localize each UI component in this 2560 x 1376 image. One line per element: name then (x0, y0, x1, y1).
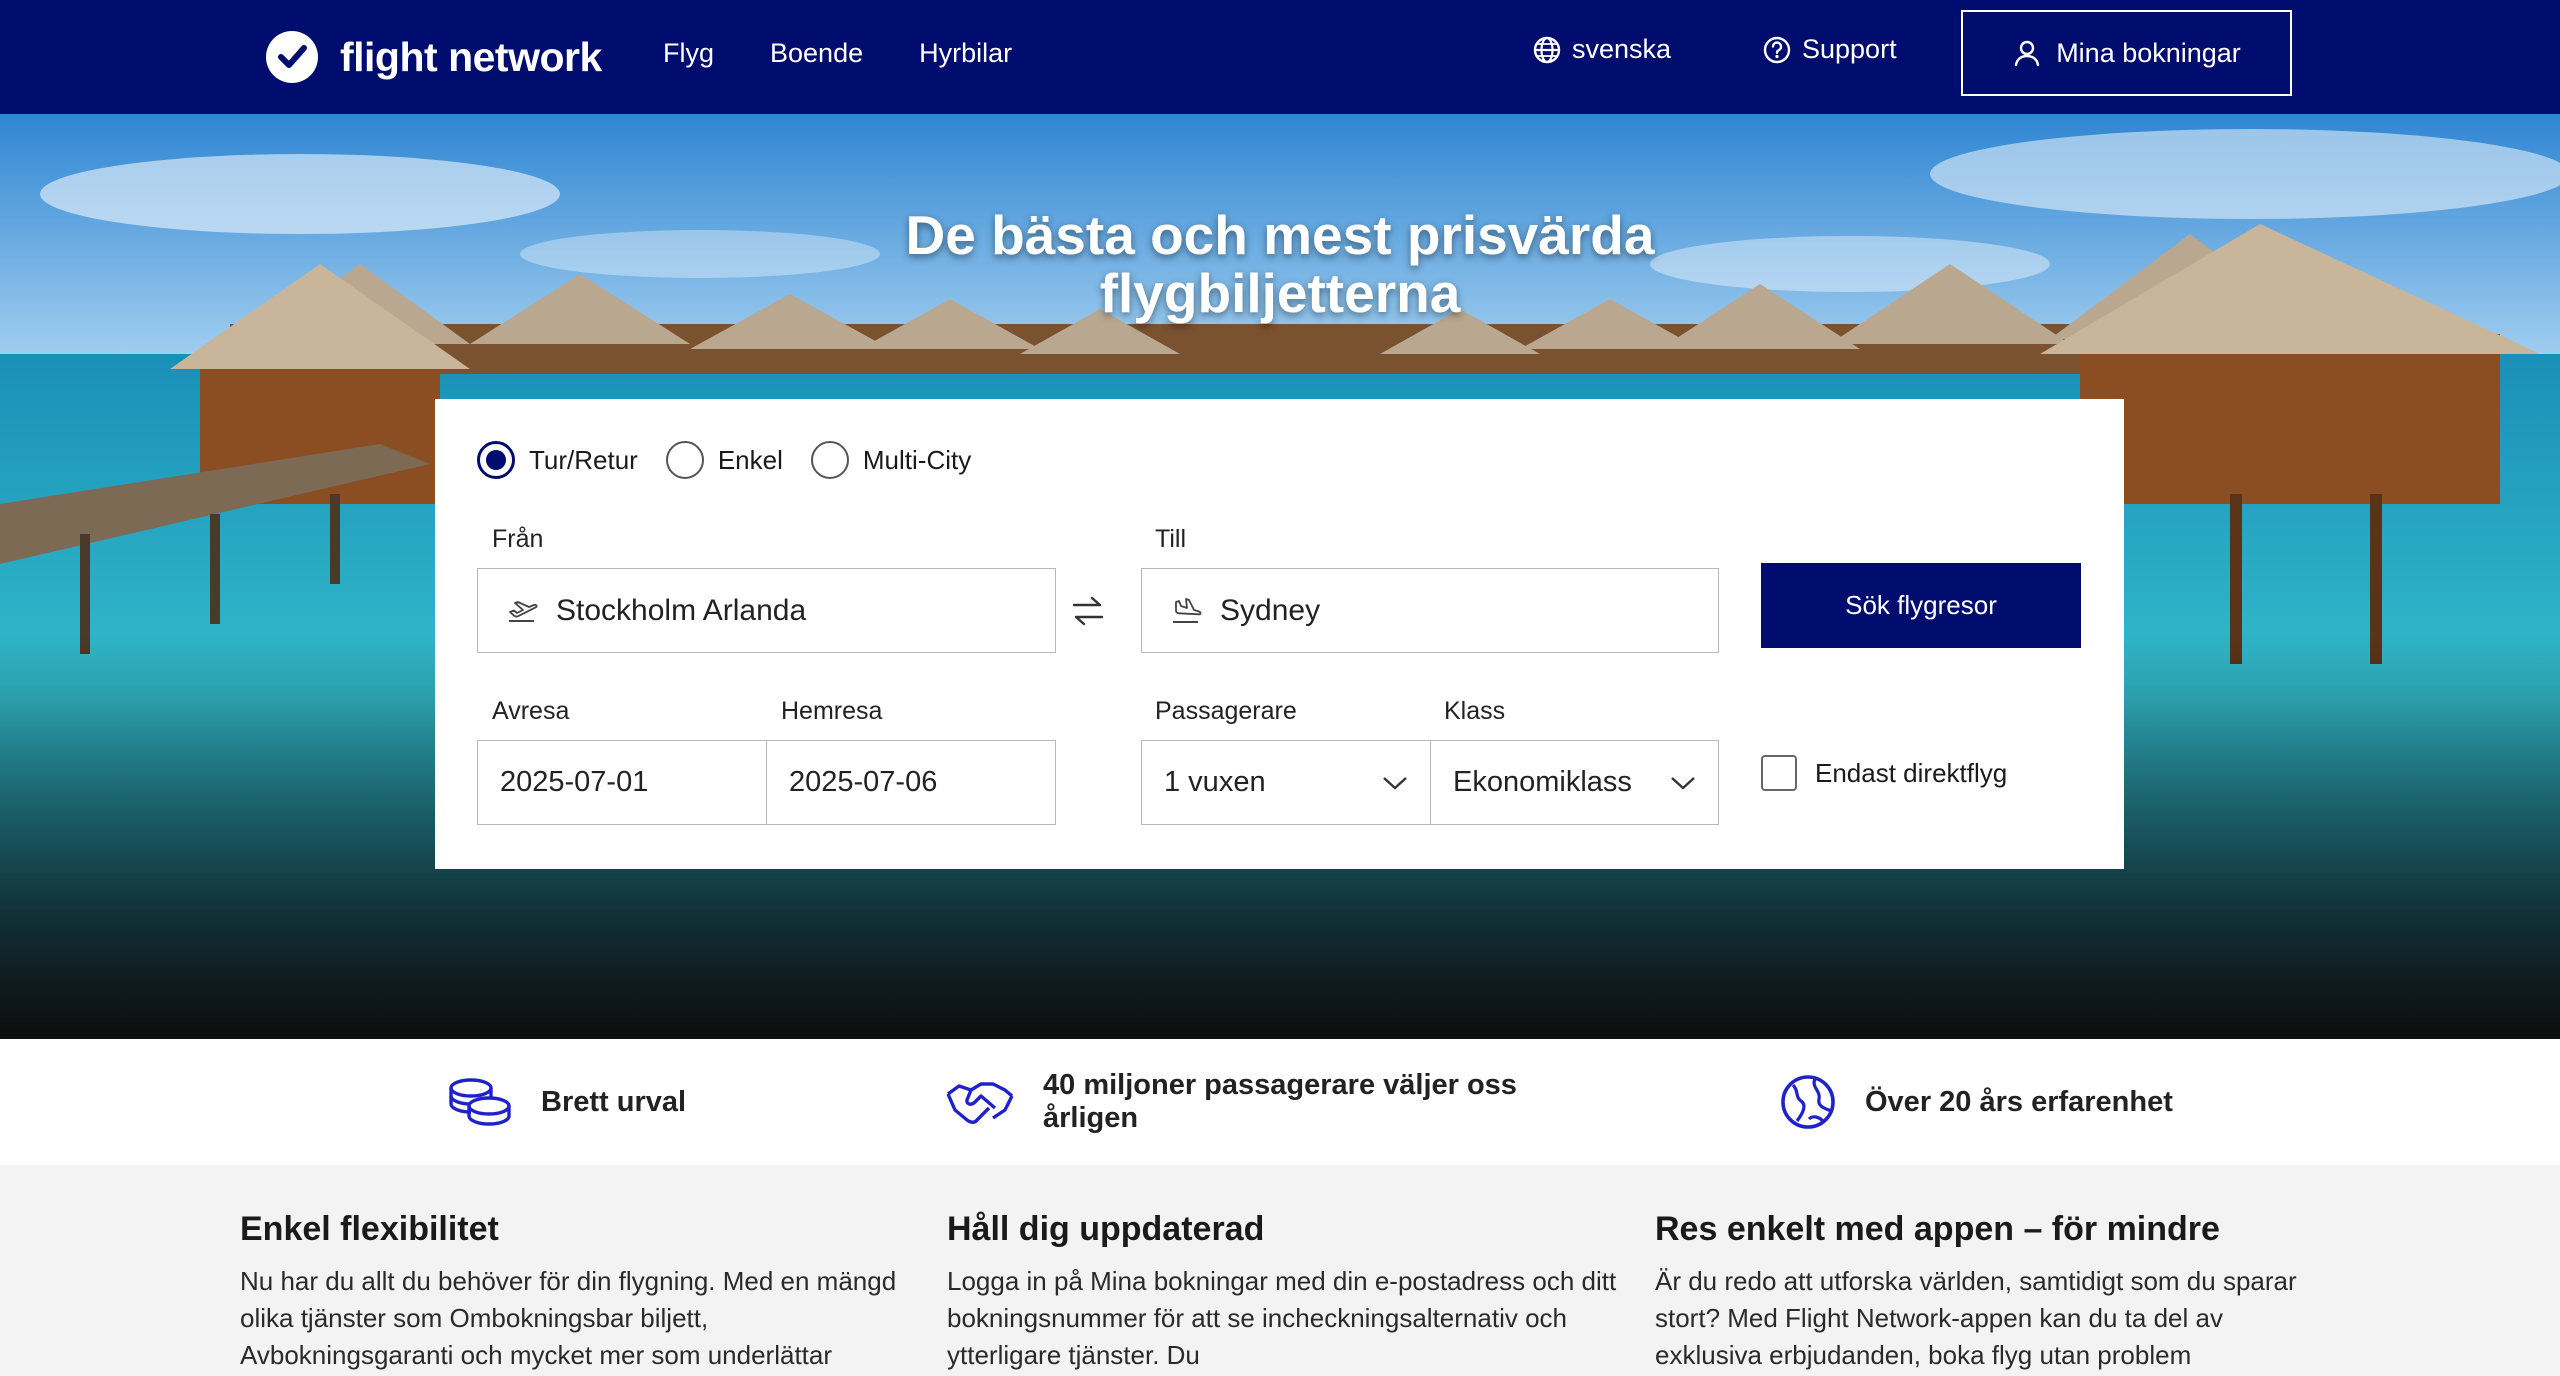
globe-icon (1533, 36, 1561, 63)
info-app-text: Är du redo att utforska världen, samtidi… (1655, 1266, 2297, 1370)
swap-arrows-icon (1072, 596, 1104, 626)
trip-type-roundtrip[interactable]: Tur/Retur (477, 441, 638, 479)
feature-wide-selection-text: Brett urval (541, 1085, 687, 1118)
info-flexibility-text: Nu har du allt du behöver för din flygni… (240, 1266, 897, 1370)
nav-car-rental[interactable]: Hyrbilar (919, 34, 1012, 72)
coins-icon (449, 1078, 511, 1126)
flight-search-card: Tur/Retur Enkel Multi-City Från Stockhol… (435, 399, 2124, 869)
chevron-down-icon (1671, 776, 1695, 790)
features-strip: Brett urval 40 miljoner passagerare välj… (0, 1039, 2560, 1165)
help-circle-icon (1763, 36, 1791, 63)
depart-date-input[interactable]: 2025-07-01 (477, 740, 767, 825)
feature-passengers-line2: årligen (1043, 1102, 1139, 1134)
class-label: Klass (1444, 697, 1506, 725)
from-label: Från (492, 525, 544, 553)
check-logo-icon (266, 31, 318, 83)
support-label: Support (1802, 34, 1897, 64)
user-icon (2014, 40, 2040, 67)
hero-banner: De bästa och mest prisvärda flygbiljette… (0, 114, 2560, 1039)
direct-flights-label: Endast direktflyg (1815, 757, 2008, 788)
my-bookings-button[interactable]: Mina bokningar (1961, 10, 2292, 96)
to-input[interactable]: Sydney (1141, 568, 1719, 653)
to-value: Sydney (1220, 593, 1321, 627)
support-link[interactable]: Support (1762, 34, 1897, 65)
trip-type-roundtrip-label: Tur/Retur (529, 444, 638, 475)
swap-airports-button[interactable] (1062, 585, 1114, 637)
from-input[interactable]: Stockholm Arlanda (477, 568, 1056, 653)
feature-wide-selection: Brett urval (447, 1039, 686, 1165)
language-selector[interactable]: svenska (1532, 34, 1671, 65)
logo-text: flight network (340, 33, 602, 80)
globe-icon (1781, 1075, 1835, 1129)
depart-date-value: 2025-07-01 (500, 766, 649, 798)
info-flexibility: Enkel flexibilitet Nu har du allt du beh… (240, 1210, 920, 1374)
return-date-value: 2025-07-06 (789, 766, 938, 798)
cabin-class-value: Ekonomiklass (1453, 766, 1632, 798)
feature-experience: Över 20 års erfarenhet (1779, 1039, 2173, 1165)
info-stay-updated-text: Logga in på Mina bokningar med din e-pos… (947, 1266, 1617, 1370)
info-stay-updated: Håll dig uppdaterad Logga in på Mina bok… (947, 1210, 1627, 1374)
handshake-icon (946, 1082, 1014, 1124)
trip-type-oneway-label: Enkel (717, 444, 783, 475)
direct-flights-checkbox[interactable] (1761, 755, 1797, 791)
hero-title: De bästa och mest prisvärda flygbiljette… (0, 206, 2560, 322)
return-label: Hemresa (781, 697, 883, 725)
cabin-class-select[interactable]: Ekonomiklass (1430, 740, 1719, 825)
trip-type-oneway[interactable]: Enkel (665, 441, 783, 479)
language-label: svenska (1572, 34, 1672, 64)
to-label: Till (1155, 525, 1187, 553)
from-value: Stockholm Arlanda (556, 593, 807, 627)
feature-passengers: 40 miljoner passagerare väljer oss årlig… (945, 1039, 1517, 1165)
site-header: flight network Flyg Boende Hyrbilar sven… (0, 0, 2560, 114)
plane-takeoff-icon (506, 597, 538, 625)
passengers-select[interactable]: 1 vuxen (1141, 740, 1431, 825)
info-app: Res enkelt med appen – för mindre Är du … (1655, 1210, 2335, 1374)
nav-accommodation[interactable]: Boende (770, 34, 863, 72)
return-date-input[interactable]: 2025-07-06 (766, 740, 1056, 825)
radio-roundtrip[interactable] (477, 441, 515, 479)
search-flights-button[interactable]: Sök flygresor (1761, 563, 2081, 648)
info-stay-updated-title: Håll dig uppdaterad (947, 1210, 1265, 1248)
main-nav: Flyg Boende Hyrbilar (663, 34, 1012, 72)
radio-oneway[interactable] (665, 441, 704, 479)
direct-flights-option[interactable]: Endast direktflyg (1761, 755, 2007, 791)
my-bookings-label: Mina bokningar (2056, 37, 2241, 68)
feature-experience-text: Över 20 års erfarenhet (1865, 1085, 2173, 1118)
chevron-down-icon (1383, 776, 1407, 790)
plane-landing-icon (1170, 597, 1202, 625)
nav-flights[interactable]: Flyg (663, 34, 714, 72)
feature-passengers-line1: 40 miljoner passagerare väljer oss (1043, 1069, 1517, 1101)
info-flexibility-title: Enkel flexibilitet (240, 1210, 499, 1248)
passengers-value: 1 vuxen (1164, 766, 1266, 798)
trip-type-multicity-label: Multi-City (862, 444, 972, 475)
hero-title-line2: flygbiljetterna (1099, 262, 1461, 324)
passengers-label: Passagerare (1155, 697, 1297, 725)
trip-type-selector: Tur/Retur Enkel Multi-City (477, 441, 971, 479)
depart-label: Avresa (492, 697, 570, 725)
info-app-title: Res enkelt med appen – för mindre (1655, 1210, 2220, 1248)
radio-multicity[interactable] (810, 441, 849, 479)
trip-type-multicity[interactable]: Multi-City (810, 441, 972, 479)
hero-title-line1: De bästa och mest prisvärda (905, 204, 1655, 266)
logo[interactable]: flight network (266, 27, 602, 87)
feature-passengers-text: 40 miljoner passagerare väljer oss årlig… (1043, 1069, 1517, 1135)
